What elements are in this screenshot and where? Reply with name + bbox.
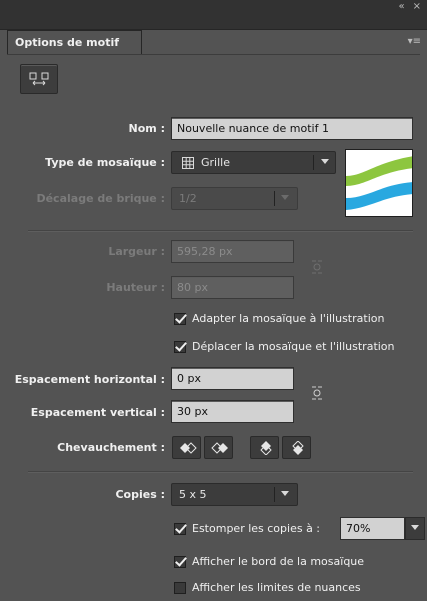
divider <box>274 487 275 502</box>
checkbox-label: Adapter la mosaïque à l'illustration <box>192 312 385 325</box>
overlap-left-front-button[interactable] <box>172 436 201 459</box>
tab-label: Options de motif <box>15 36 120 49</box>
close-panel-button[interactable]: × <box>413 1 421 12</box>
show-tile-edge-checkbox[interactable]: Afficher le bord de la mosaïque <box>174 555 364 568</box>
overlap-right-front-button[interactable] <box>204 436 233 459</box>
checkbox-label: Déplacer la mosaïque et l'illustration <box>192 340 395 353</box>
divider <box>28 471 413 473</box>
tile-type-value: Grille <box>201 156 230 169</box>
copies-label: Copies : <box>115 488 165 501</box>
tab-pattern-options[interactable]: Options de motif <box>7 30 142 54</box>
divider <box>274 191 275 206</box>
show-swatch-bounds-checkbox[interactable]: Afficher les limites de nuances <box>174 581 361 594</box>
checkbox-box[interactable] <box>174 312 186 325</box>
name-label: Nom : <box>128 122 165 135</box>
dim-copies-checkbox[interactable]: Estomper les copies à : <box>174 522 320 535</box>
checkbox-box[interactable] <box>174 340 186 353</box>
collapse-panel-button[interactable]: « <box>398 1 404 12</box>
overlap-right-icon <box>211 442 228 454</box>
divider <box>7 54 420 55</box>
checkbox-box[interactable] <box>174 522 186 535</box>
dim-opacity-field[interactable]: 70% <box>340 517 405 540</box>
brick-offset-label: Décalage de brique : <box>36 192 165 205</box>
divider <box>28 230 413 232</box>
height-label: Hauteur : <box>106 281 165 294</box>
link-proportions-icon[interactable] <box>309 260 325 274</box>
link-spacing-icon[interactable] <box>309 386 325 400</box>
overlap-vertical-group <box>250 436 311 459</box>
brick-offset-dropdown[interactable]: 1/2 <box>171 187 298 210</box>
checkbox-label: Estomper les copies à : <box>192 522 321 535</box>
overlap-top-icon <box>260 441 272 455</box>
checkbox-label: Afficher les limites de nuances <box>192 581 361 594</box>
overlap-top-front-button[interactable] <box>250 436 279 459</box>
pattern-preview-graphic <box>346 156 412 210</box>
divider <box>313 155 314 170</box>
brick-offset-value: 1/2 <box>179 192 197 205</box>
width-field[interactable]: 595,28 px <box>171 240 294 263</box>
tile-type-dropdown[interactable]: Grille <box>171 151 336 174</box>
chevron-down-icon <box>411 525 419 530</box>
tile-type-label: Type de mosaïque : <box>45 156 165 169</box>
overlap-left-icon <box>180 442 197 454</box>
overlap-label: Chevauchement : <box>57 441 165 454</box>
name-field[interactable]: Nouvelle nuance de motif 1 <box>171 117 413 140</box>
v-spacing-label: Espacement vertical : <box>30 406 165 419</box>
pattern-tile-tool-icon <box>29 72 49 86</box>
width-label: Largeur : <box>108 245 165 258</box>
move-tile-with-art-checkbox[interactable]: Déplacer la mosaïque et l'illustration <box>174 340 395 353</box>
checkbox-box[interactable] <box>174 555 186 568</box>
chevron-down-icon <box>321 159 329 164</box>
overlap-bottom-icon <box>292 441 304 455</box>
copies-dropdown[interactable]: 5 x 5 <box>171 483 298 506</box>
chevron-down-icon <box>281 491 289 496</box>
grid-icon <box>182 157 194 169</box>
overlap-horizontal-group <box>172 436 233 459</box>
dim-opacity-dropdown[interactable] <box>405 517 425 540</box>
copies-value: 5 x 5 <box>179 488 207 501</box>
panel-menu-icon[interactable]: ▾≡ <box>408 36 421 47</box>
pattern-tile-tool-button[interactable] <box>20 64 58 94</box>
size-tile-to-art-checkbox[interactable]: Adapter la mosaïque à l'illustration <box>174 312 384 325</box>
panel-title-bar: « × <box>0 0 427 30</box>
pattern-swatch-preview <box>345 149 413 217</box>
h-spacing-label: Espacement horizontal : <box>14 373 165 386</box>
checkbox-box[interactable] <box>174 581 186 594</box>
overlap-bottom-front-button[interactable] <box>282 436 311 459</box>
chevron-down-icon <box>281 195 289 200</box>
checkbox-label: Afficher le bord de la mosaïque <box>192 555 365 568</box>
height-field[interactable]: 80 px <box>171 276 294 299</box>
v-spacing-field[interactable]: 30 px <box>171 400 294 423</box>
h-spacing-field[interactable]: 0 px <box>171 367 294 390</box>
